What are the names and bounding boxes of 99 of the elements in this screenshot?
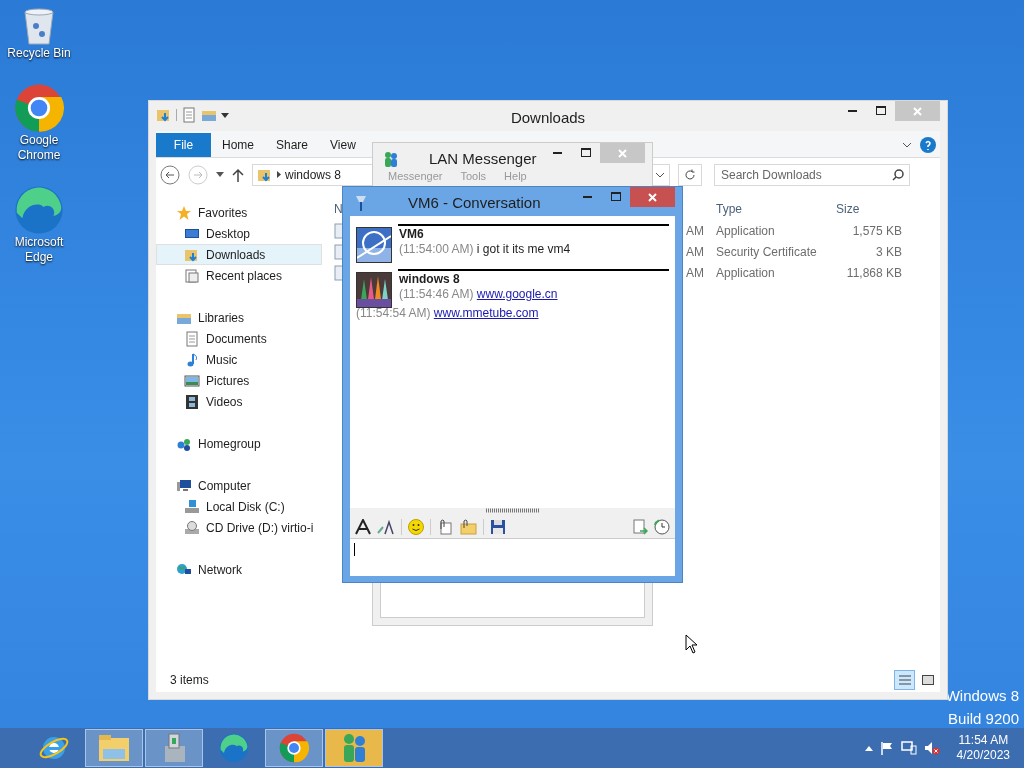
- star-icon: [176, 204, 192, 221]
- refresh-icon: [684, 168, 696, 181]
- timestamp: (11:54:54 AM): [356, 306, 431, 320]
- breadcrumb-arrow-icon: [277, 171, 281, 178]
- smiley-icon[interactable]: [408, 518, 424, 535]
- message-text: i got it its me vm4: [476, 242, 571, 256]
- taskbar-button[interactable]: [325, 729, 383, 767]
- maximize-icon[interactable]: [876, 106, 886, 115]
- nav-item[interactable]: Videos: [156, 391, 322, 412]
- nav-item[interactable]: Recent places: [156, 265, 322, 286]
- nav-item[interactable]: Downloads: [156, 244, 322, 265]
- ribbon-tab[interactable]: Share: [265, 133, 320, 157]
- nav-item[interactable]: Documents: [156, 328, 322, 349]
- picture-icon: [184, 372, 200, 389]
- speaker-muted-icon[interactable]: [923, 741, 940, 755]
- table-cell-text: AM: [686, 243, 705, 261]
- os-watermark-text: Build 9200: [948, 709, 1019, 729]
- paperclip-folder-icon[interactable]: [459, 518, 477, 535]
- search-icon: [892, 168, 904, 181]
- ribbon-tab[interactable]: Home: [211, 133, 265, 157]
- edge-logo-icon: [219, 733, 249, 763]
- close-icon: [648, 192, 657, 202]
- refresh-button[interactable]: [678, 163, 702, 186]
- film-icon: [184, 393, 200, 410]
- table-cell-text: Application: [716, 264, 776, 282]
- nav-item[interactable]: Favorites: [156, 202, 322, 223]
- chrome-logo-icon: [279, 733, 309, 763]
- maximize-icon[interactable]: [611, 192, 621, 201]
- status-text: 3 items: [170, 672, 209, 689]
- ribbon-tab[interactable]: View: [319, 133, 367, 157]
- nav-item[interactable]: CD Drive (D:) virtio-і: [156, 517, 322, 538]
- clock[interactable]: 11:54 AM 4/20/2023: [956, 733, 1010, 763]
- table-cell-text: AM: [686, 222, 705, 240]
- mouse-pointer-icon: [685, 634, 697, 654]
- up-arrow-icon[interactable]: [232, 167, 244, 182]
- list-icon: [898, 675, 911, 685]
- taskbar-button[interactable]: [85, 729, 143, 767]
- document-icon: [181, 107, 197, 123]
- chrome-logo-icon: [14, 83, 64, 133]
- table-cell-text: 1,575 KB: [851, 222, 902, 240]
- table-cell-text: 3 KB: [875, 243, 902, 261]
- maximize-icon[interactable]: [581, 148, 591, 157]
- taskbar-button[interactable]: [265, 729, 323, 767]
- table-cell-text: Application: [716, 222, 776, 240]
- document-icon: [184, 330, 200, 347]
- window-title: LAN Messenger: [429, 149, 537, 169]
- clock-history-icon[interactable]: [654, 518, 670, 535]
- window-title: VM6 - Conversation: [408, 193, 541, 213]
- dropdown-arrow-icon[interactable]: [216, 172, 224, 177]
- timestamp: (11:54:00 AM): [399, 242, 474, 256]
- timestamp: (11:54:46 AM): [399, 287, 474, 301]
- close-icon: [913, 106, 922, 116]
- flag-icon[interactable]: [879, 741, 894, 755]
- trash-bin-icon: [21, 6, 57, 46]
- table-cell-text: AM: [686, 264, 705, 282]
- desktop-icon[interactable]: Microsoft Edge: [2, 185, 76, 265]
- message-link[interactable]: www.mmetube.com: [433, 306, 539, 320]
- message-link[interactable]: www.google.cn: [476, 287, 558, 301]
- table-cell-text: 11,868 KB: [845, 264, 902, 282]
- nav-item[interactable]: Music: [156, 349, 322, 370]
- drive-icon: [184, 498, 200, 515]
- nav-item[interactable]: Pictures: [156, 370, 322, 391]
- computer-icon: [176, 477, 192, 494]
- column-header[interactable]: Type: [716, 200, 836, 218]
- disc-drive-icon: [184, 519, 200, 536]
- window-title: Downloads: [510, 108, 586, 128]
- table-cell-text: Security Certificate: [716, 243, 818, 261]
- os-watermark-text: Windows 8: [945, 686, 1019, 706]
- folder-icon: [97, 733, 131, 763]
- nav-item[interactable]: Desktop: [156, 223, 322, 244]
- desktop-icon[interactable]: Recycle Bin: [2, 6, 76, 61]
- sender-name: windows 8: [399, 272, 461, 287]
- taskbar-button[interactable]: [145, 729, 203, 767]
- close-icon: [618, 148, 627, 158]
- thumbnail-icon: [921, 675, 934, 685]
- font-icon[interactable]: [355, 518, 371, 535]
- lamp-icon: [354, 194, 368, 213]
- font-color-icon[interactable]: [377, 518, 395, 535]
- nav-item[interactable]: Local Disk (C:): [156, 496, 322, 517]
- paperclip-document-icon[interactable]: [437, 518, 453, 535]
- chevron-down-icon: [902, 142, 912, 148]
- chevron-up-icon[interactable]: [864, 745, 873, 751]
- search-field[interactable]: Search Downloads: [714, 163, 910, 186]
- sender-name: VM6: [399, 227, 425, 242]
- nav-item[interactable]: Libraries: [156, 307, 322, 328]
- network-monitor-icon[interactable]: [900, 741, 917, 755]
- nav-item[interactable]: Homegroup: [156, 433, 322, 454]
- desktop-icon[interactable]: Google Chrome: [2, 83, 76, 163]
- edge-logo-icon: [14, 185, 64, 235]
- nav-item[interactable]: Computer: [156, 475, 322, 496]
- people-icon: [383, 151, 399, 168]
- close-button[interactable]: [630, 187, 675, 207]
- nav-item[interactable]: Network: [156, 559, 322, 580]
- folder-icon: [156, 107, 172, 123]
- documents-icon: [184, 267, 200, 284]
- dropdown-arrow-icon: [221, 112, 229, 118]
- splitter-grip-icon[interactable]: [485, 508, 540, 513]
- help-icon: [920, 137, 936, 153]
- column-header[interactable]: Size: [836, 200, 906, 218]
